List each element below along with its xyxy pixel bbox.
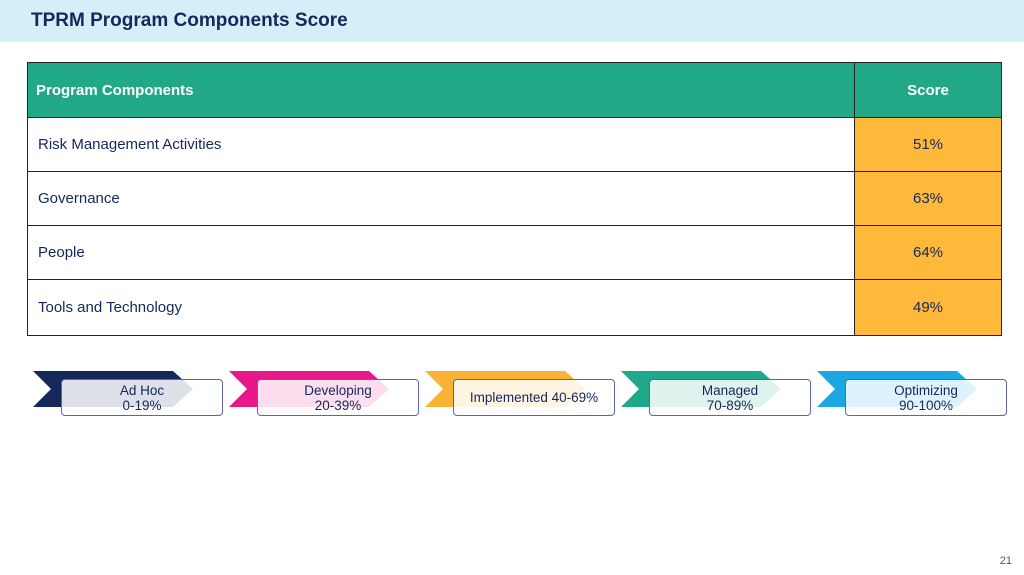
column-header-score: Score <box>854 62 1002 118</box>
stage-label-box: Implemented 40-69% <box>453 379 615 416</box>
component-name: People <box>27 225 855 280</box>
component-name: Governance <box>27 171 855 226</box>
stage-name: Optimizing <box>894 382 958 398</box>
score-table: Program Components Score Risk Management… <box>27 62 1002 336</box>
table-row: Governance 63% <box>27 171 1002 226</box>
table-row: Tools and Technology 49% <box>27 279 1002 336</box>
page-number: 21 <box>999 555 1012 567</box>
title-bar: TPRM Program Components Score <box>0 0 1024 42</box>
component-score: 63% <box>854 171 1002 226</box>
component-name: Risk Management Activities <box>27 117 855 172</box>
maturity-stage-ad-hoc: Ad Hoc 0-19% <box>33 371 223 417</box>
maturity-stage-developing: Developing 20-39% <box>229 371 419 417</box>
stage-range: 0-19% <box>122 397 162 413</box>
stage-label-box: Managed 70-89% <box>649 379 811 416</box>
stage-name: Ad Hoc <box>119 382 165 398</box>
stage-range: 90-100% <box>898 397 954 413</box>
maturity-stage-implemented: Implemented 40-69% <box>425 371 615 417</box>
table-header-row: Program Components Score <box>27 62 1002 118</box>
component-name: Tools and Technology <box>27 279 855 336</box>
stage-name: Implemented 40-69% <box>469 390 599 405</box>
maturity-stage-managed: Managed 70-89% <box>621 371 811 417</box>
stage-label-box: Optimizing 90-100% <box>845 379 1007 416</box>
stage-name: Developing <box>304 382 372 398</box>
column-header-program-components: Program Components <box>27 62 855 118</box>
table-row: Risk Management Activities 51% <box>27 117 1002 172</box>
maturity-legend: Ad Hoc 0-19% Developing 20-39% Implement… <box>33 371 1013 421</box>
stage-range: 20-39% <box>314 397 362 413</box>
component-score: 51% <box>854 117 1002 172</box>
component-score: 49% <box>854 279 1002 336</box>
table-row: People 64% <box>27 225 1002 280</box>
maturity-stage-optimizing: Optimizing 90-100% <box>817 371 1007 417</box>
component-score: 64% <box>854 225 1002 280</box>
stage-label-box: Developing 20-39% <box>257 379 419 416</box>
stage-name: Managed <box>701 382 759 398</box>
stage-label-box: Ad Hoc 0-19% <box>61 379 223 416</box>
page-title: TPRM Program Components Score <box>31 10 348 31</box>
stage-range: 70-89% <box>706 397 754 413</box>
